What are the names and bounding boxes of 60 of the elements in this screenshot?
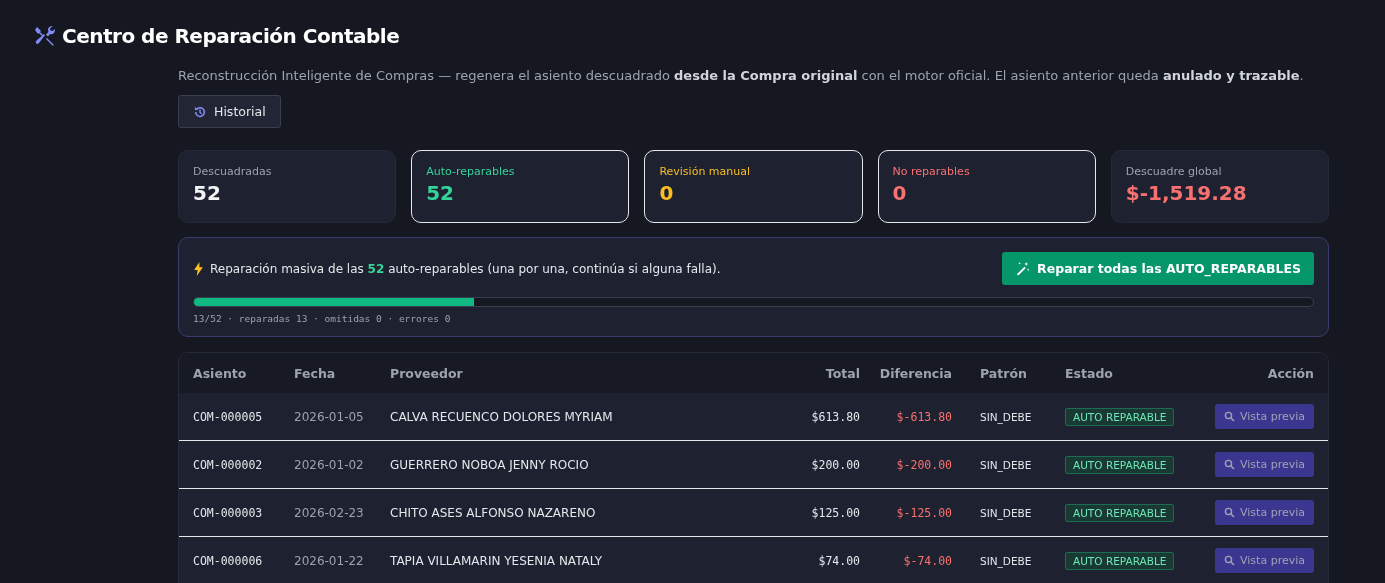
table-cell-text: GUERRERO NOBOA JENNY ROCIO <box>390 457 590 472</box>
stat-value: 52 <box>426 181 456 205</box>
stat-value: $-1,519.28 <box>1125 181 1248 205</box>
history-button[interactable]: Historial <box>178 95 281 128</box>
table-cell-text: TAPIA VILLAMARIN YESENIA NATALY <box>390 553 604 568</box>
description-text: Reconstrucción Inteligente de Compras — regenera el asiento descuadrado desde la Compra original con el motor oficial. El asiento anterior queda anulado y trazable. <box>178 68 1305 83</box>
table-cell-text: 2026-01-22 <box>294 553 365 568</box>
table-cell-text: 2026-01-05 <box>294 409 365 424</box>
column-header: Fecha <box>294 365 337 381</box>
stat-label: Descuadre global <box>1125 165 1223 178</box>
stat-label: No reparables <box>892 165 971 178</box>
column-header: Estado <box>1064 365 1114 381</box>
status-badge: AUTO REPARABLE <box>1065 407 1175 426</box>
column-header: Total <box>824 365 860 381</box>
status-badge: AUTO REPARABLE <box>1065 503 1175 522</box>
magic-wand-icon <box>1015 261 1031 276</box>
table-cell-text: COM-000005 <box>193 409 264 424</box>
table-cell-text: $613.80 <box>810 409 860 424</box>
stat-label: Descuadradas <box>193 165 273 178</box>
search-icon <box>1224 507 1236 518</box>
bulk-message: Reparación masiva de las 52 auto-reparables (una por una, continúa si alguna falla). <box>210 261 721 276</box>
lightning-icon <box>193 261 204 276</box>
table-cell-text: $125.00 <box>810 505 860 520</box>
column-header: Acción <box>1266 365 1314 381</box>
table-cell-text: SIN_DEBE <box>979 506 1033 519</box>
table-cell-text: 2026-02-23 <box>294 505 365 520</box>
table-cell-text: $74.00 <box>817 553 860 568</box>
repair-all-button[interactable]: Reparar todas las AUTO_REPARABLES <box>1002 252 1314 285</box>
search-icon <box>1224 555 1236 566</box>
table-cell-text: SIN_DEBE <box>979 410 1033 423</box>
table-cell-text: 2026-01-02 <box>294 457 365 472</box>
progress-text: 13/52 · reparadas 13 · omitidas 0 · errores 0 <box>193 313 452 324</box>
page-title: Centro de Reparación Contable <box>62 24 400 48</box>
tools-icon <box>33 24 57 48</box>
stat-label: Auto-reparables <box>426 165 516 178</box>
table-cell-text: COM-000006 <box>193 553 264 568</box>
stat-label: Revisión manual <box>659 165 752 178</box>
stat-value: 0 <box>892 181 908 205</box>
table-cell-text: $200.00 <box>810 457 860 472</box>
search-icon <box>1224 411 1236 422</box>
status-badge: AUTO REPARABLE <box>1065 455 1175 474</box>
table-cell-text: $-200.00 <box>895 457 952 472</box>
column-header: Asiento <box>193 365 248 381</box>
table-cell-text: SIN_DEBE <box>979 554 1033 567</box>
column-header: Proveedor <box>390 365 464 381</box>
search-icon <box>1224 459 1236 470</box>
table-cell-text: CHITO ASES ALFONSO NAZARENO <box>390 505 597 520</box>
table-cell-text: CALVA RECUENCO DOLORES MYRIAM <box>390 409 614 424</box>
table-cell-text: $-125.00 <box>895 505 952 520</box>
stat-value: 52 <box>193 181 222 205</box>
table-cell-text: COM-000003 <box>193 505 264 520</box>
column-header: Patrón <box>979 365 1028 381</box>
table-cell-text: $-613.80 <box>895 409 952 424</box>
table-cell-text: SIN_DEBE <box>979 458 1033 471</box>
history-icon <box>193 104 207 119</box>
table-cell-text: $-74.00 <box>902 553 952 568</box>
table-cell-text: COM-000002 <box>193 457 264 472</box>
column-header: Diferencia <box>878 365 952 381</box>
status-badge: AUTO REPARABLE <box>1065 551 1175 570</box>
stat-value: 0 <box>659 181 675 205</box>
